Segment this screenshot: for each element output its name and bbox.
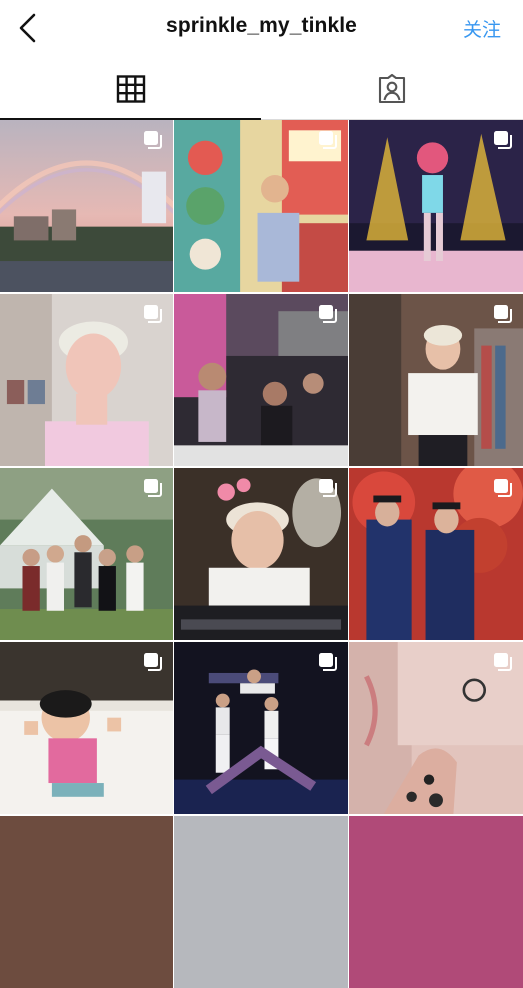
multiple-photos-icon <box>144 479 162 497</box>
post-tile-3[interactable] <box>349 120 523 292</box>
post-tile-2[interactable] <box>174 120 348 292</box>
post-tile-13[interactable] <box>0 816 173 988</box>
tagged-user-icon <box>378 73 405 104</box>
follow-button[interactable]: 关注 <box>463 15 501 42</box>
posts-grid <box>0 120 523 988</box>
multiple-photos-icon <box>319 305 337 323</box>
multiple-photos-icon <box>144 653 162 671</box>
post-tile-8[interactable] <box>174 468 348 640</box>
post-tile-9[interactable] <box>349 468 523 640</box>
multiple-photos-icon <box>319 479 337 497</box>
grid-icon <box>116 75 145 103</box>
post-tile-7[interactable] <box>0 468 173 640</box>
post-tile-12[interactable] <box>349 642 523 814</box>
post-tile-14[interactable] <box>174 816 348 988</box>
profile-username: sprinkle_my_tinkle <box>166 14 357 37</box>
post-tile-6[interactable] <box>349 294 523 466</box>
profile-header: sprinkle_my_tinkle 关注 <box>0 0 523 58</box>
tab-tagged[interactable] <box>261 58 522 120</box>
post-tile-4[interactable] <box>0 294 173 466</box>
multiple-photos-icon <box>319 131 337 149</box>
post-tile-10[interactable] <box>0 642 173 814</box>
tab-grid[interactable] <box>0 58 261 120</box>
multiple-photos-icon <box>494 305 512 323</box>
post-tile-11[interactable] <box>174 642 348 814</box>
post-tile-1[interactable] <box>0 120 173 292</box>
multiple-photos-icon <box>494 653 512 671</box>
profile-tabs <box>0 58 523 120</box>
multiple-photos-icon <box>144 305 162 323</box>
multiple-photos-icon <box>494 479 512 497</box>
multiple-photos-icon <box>144 131 162 149</box>
multiple-photos-icon <box>319 653 337 671</box>
multiple-photos-icon <box>494 131 512 149</box>
post-tile-5[interactable] <box>174 294 348 466</box>
post-tile-15[interactable] <box>349 816 523 988</box>
